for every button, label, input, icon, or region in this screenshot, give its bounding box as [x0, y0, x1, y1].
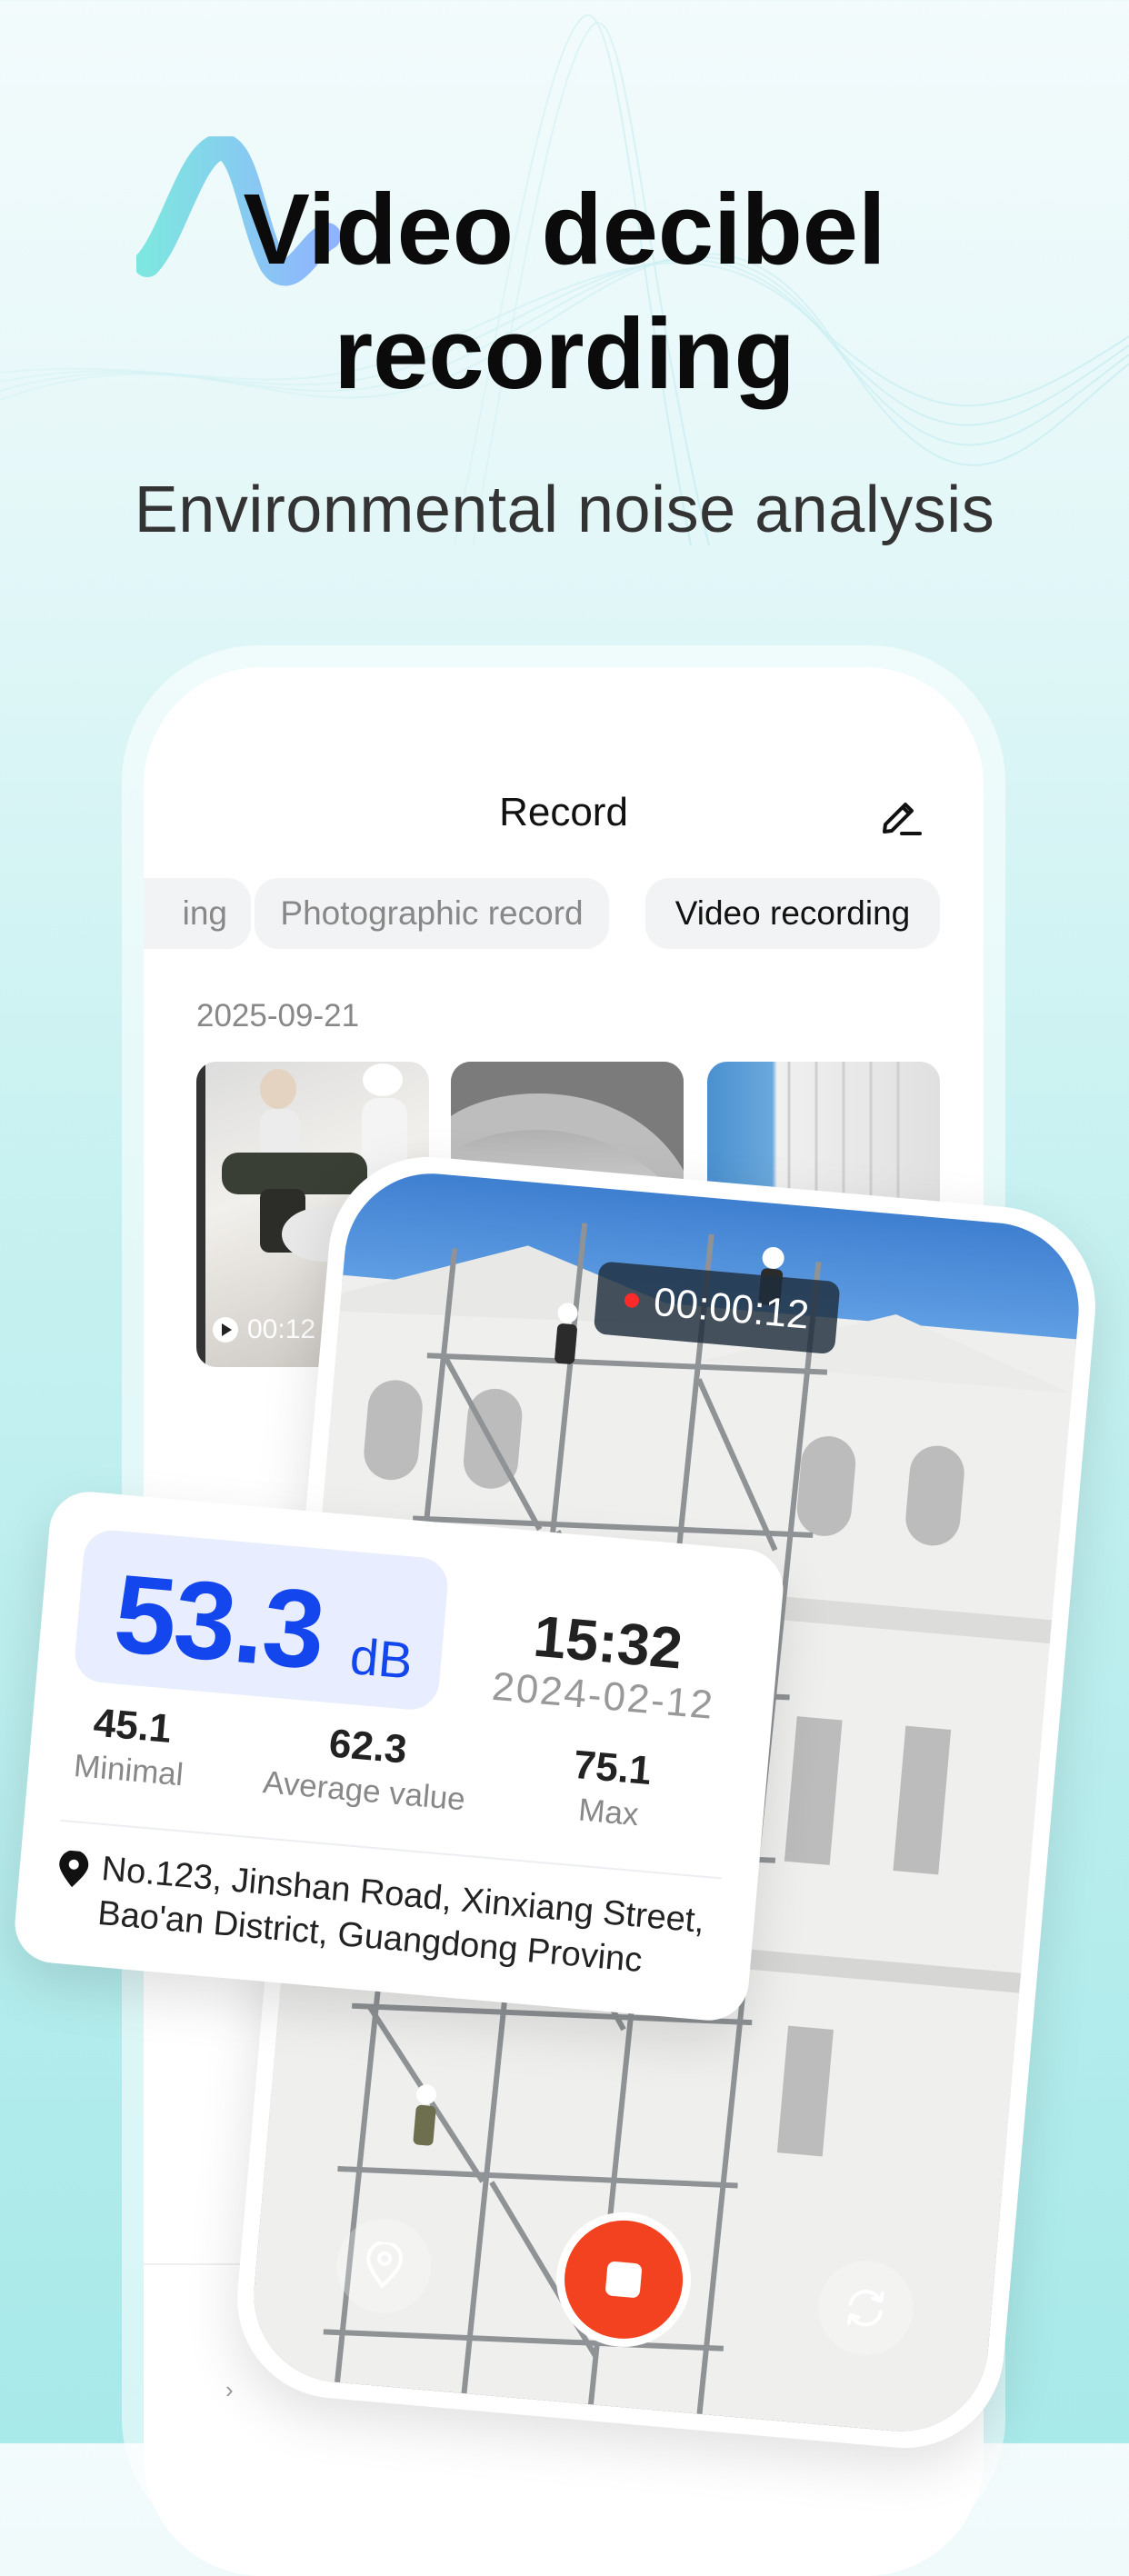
tab-video-recording[interactable]: Video recording	[645, 878, 940, 949]
video-duration: 00:12	[213, 1314, 315, 1345]
date-group-label: 2025-09-21	[196, 998, 360, 1033]
stat-average: 62.3 Average value	[261, 1721, 467, 1818]
stop-icon	[604, 2261, 643, 2299]
tab-audio-recording[interactable]: ing	[144, 878, 251, 949]
location-pin-icon	[59, 1850, 89, 1888]
stat-max: 75.1 Max	[571, 1742, 654, 1833]
location-icon	[366, 2241, 404, 2289]
record-tabs: ing Photographic record Video recording	[144, 878, 984, 951]
headline-line-1: Video decibel	[243, 174, 886, 285]
decibel-value: 53.3	[109, 1551, 329, 1692]
switch-camera-icon	[846, 2290, 884, 2327]
stat-minimal: 45.1 Minimal	[72, 1700, 185, 1793]
subtitle: Environmental noise analysis	[134, 474, 995, 546]
edit-icon[interactable]	[878, 792, 924, 837]
address-text: No.123, Jinshan Road, Xinxiang Street, B…	[95, 1850, 706, 1981]
decibel-unit: dB	[347, 1627, 415, 1690]
headline-line-2: recording	[334, 298, 795, 410]
chevron-icon: ›	[225, 2376, 234, 2403]
decibel-measurement-card: 53.3 dB 15:32 2024-02-12 45.1 Minimal 62…	[11, 1488, 787, 2024]
play-icon	[213, 1317, 238, 1343]
tab-photographic-record[interactable]: Photographic record	[255, 878, 609, 949]
recording-dot-icon	[624, 1292, 641, 1309]
screen-title: Record	[499, 790, 628, 834]
decibel-display: 53.3 dB	[72, 1528, 451, 1712]
